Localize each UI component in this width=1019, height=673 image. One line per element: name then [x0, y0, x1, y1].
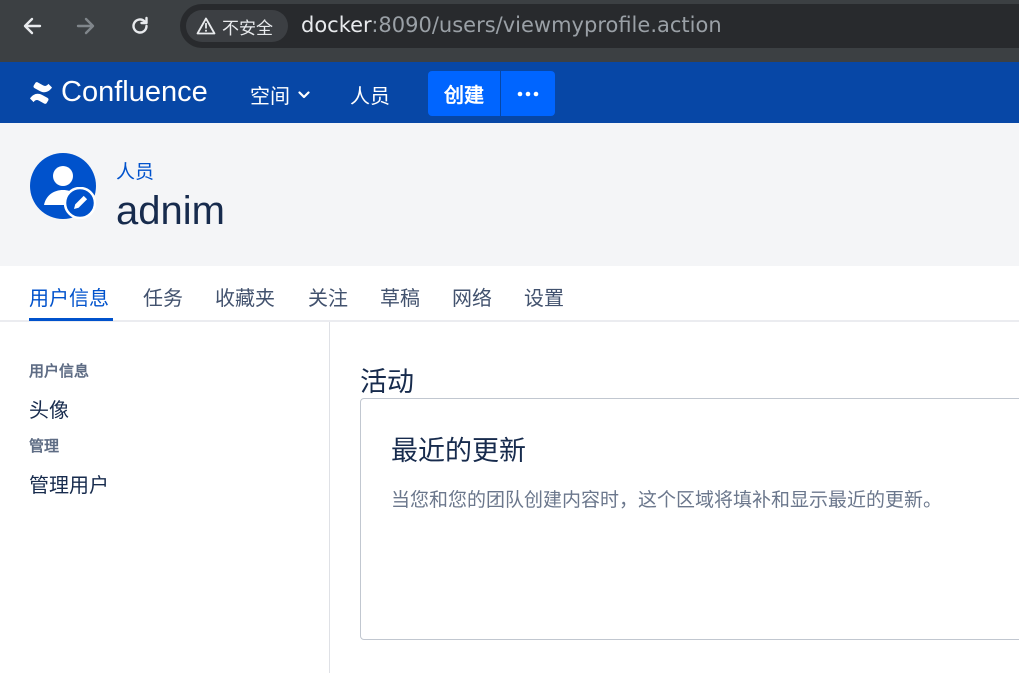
nav-people[interactable]: 人员 [350, 80, 390, 109]
tab-favorites[interactable]: 收藏夹 [215, 282, 275, 311]
sidebar-link-manage-users[interactable]: 管理用户 [29, 469, 109, 498]
reload-icon [132, 16, 148, 34]
confluence-logo-icon [30, 81, 52, 104]
tab-user-info[interactable]: 用户信息 [29, 282, 109, 311]
tab-settings[interactable]: 设置 [524, 282, 564, 311]
recent-updates-card: 最近的更新 当您和您的团队创建内容时，这个区域将填补和显示最近的更新。 [360, 398, 1019, 640]
tab-tasks[interactable]: 任务 [143, 282, 183, 311]
profile-tabs: 用户信息 任务 收藏夹 关注 草稿 网络 设置 [0, 266, 1019, 322]
address-bar[interactable]: 不安全 docker:8090/users/viewmyprofile.acti… [180, 4, 1019, 48]
page-title: adnim [116, 189, 225, 233]
sidebar-link-avatar[interactable]: 头像 [29, 394, 69, 423]
sidebar-heading-user-info: 用户信息 [29, 362, 90, 380]
url-host: docker [301, 13, 372, 37]
tab-drafts[interactable]: 草稿 [380, 282, 420, 311]
profile-header: 人员 adnim [0, 123, 1019, 266]
security-label: 不安全 [222, 18, 273, 39]
tab-network[interactable]: 网络 [452, 282, 492, 311]
security-chip[interactable]: 不安全 [186, 10, 288, 42]
recent-updates-title: 最近的更新 [391, 436, 526, 467]
edit-pencil-icon[interactable] [64, 187, 96, 219]
url-path: :8090/users/viewmyprofile.action [371, 13, 722, 37]
profile-sidebar: 用户信息 头像 管理 管理用户 [0, 322, 330, 673]
browser-toolbar: 不安全 docker:8090/users/viewmyprofile.acti… [0, 0, 1019, 52]
active-tab-indicator [29, 318, 113, 321]
nav-spaces[interactable]: 空间 [250, 80, 310, 109]
avatar[interactable] [30, 153, 96, 219]
confluence-logo[interactable]: Confluence [28, 76, 208, 109]
back-button[interactable] [15, 9, 49, 43]
forward-button[interactable] [69, 9, 103, 43]
recent-updates-empty-text: 当您和您的团队创建内容时，这个区域将填补和显示最近的更新。 [391, 489, 943, 511]
warning-icon [196, 17, 216, 35]
create-button[interactable]: 创建 [428, 71, 500, 116]
reload-button[interactable] [123, 9, 157, 43]
arrow-right-icon [76, 17, 95, 35]
app-header: Confluence 空间 人员 创建 [0, 62, 1019, 123]
nav-spaces-label: 空间 [250, 84, 290, 108]
logo-text: Confluence [61, 76, 208, 108]
create-more-button[interactable] [501, 71, 555, 116]
breadcrumb-people[interactable]: 人员 [116, 157, 154, 184]
chevron-down-icon [298, 90, 310, 98]
browser-divider [0, 52, 1019, 62]
url-text[interactable]: docker:8090/users/viewmyprofile.action [301, 13, 722, 37]
activity-heading: 活动 [360, 367, 414, 398]
tab-following[interactable]: 关注 [308, 282, 348, 311]
sidebar-heading-admin: 管理 [29, 437, 60, 455]
more-icon [517, 91, 539, 96]
arrow-left-icon [23, 17, 42, 35]
nav-people-label: 人员 [350, 84, 390, 108]
